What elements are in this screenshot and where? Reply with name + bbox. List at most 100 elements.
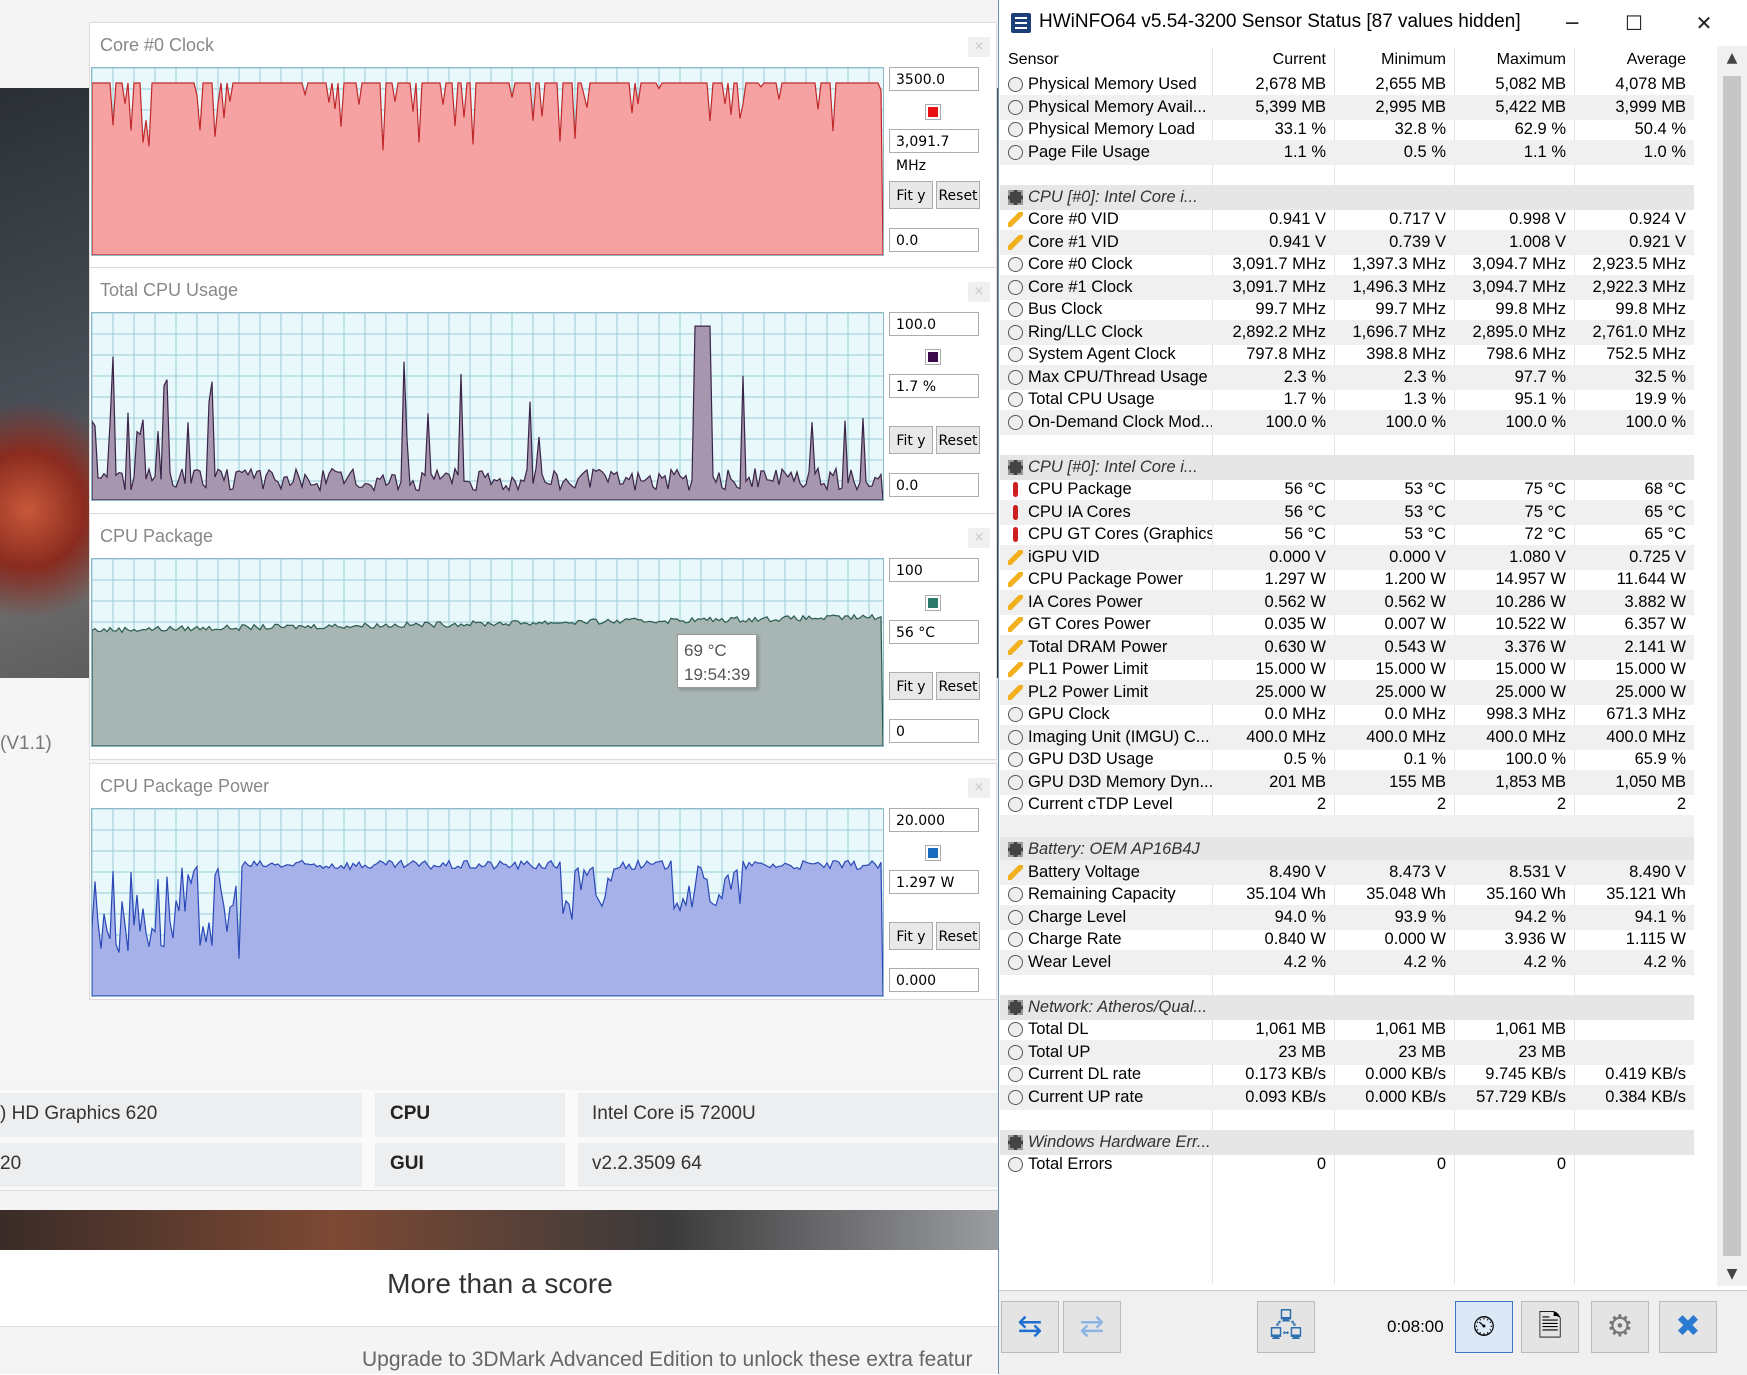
vertical-scrollbar[interactable]: ▲ ▼: [1717, 46, 1747, 1286]
sensor-row[interactable]: Imaging Unit (IMGU) C... 400.0 MHz 400.0 M…: [1000, 724, 1694, 750]
scroll-thumb[interactable]: [1723, 76, 1741, 1256]
sensor-row[interactable]: GT Cores Power 0.035 W 0.007 W 10.522 W 6.35…: [1000, 612, 1694, 637]
color-swatch[interactable]: [925, 595, 941, 611]
sensor-row[interactable]: Total UP 23 MB 23 MB 23 MB: [1000, 1039, 1694, 1065]
graph-plot[interactable]: [91, 808, 884, 997]
sensor-row[interactable]: PL1 Power Limit 15.000 W 15.000 W 15.000 W 1…: [1000, 657, 1694, 682]
sensor-table[interactable]: Sensor Current Minimum Maximum Average P…: [1000, 48, 1694, 1284]
color-swatch[interactable]: [925, 104, 941, 120]
sensor-group-row[interactable]: Windows Hardware Err...: [1000, 1129, 1694, 1155]
sensor-row[interactable]: System Agent Clock 797.8 MHz 398.8 MHz 798.…: [1000, 342, 1694, 367]
column-header-average[interactable]: Average: [1627, 51, 1686, 69]
hwinfo-window[interactable]: HWiNFO64 v5.54-3200 Sensor Status [87 va…: [998, 0, 1747, 1375]
graph-min-value[interactable]: 0.0: [889, 228, 979, 252]
column-header-sensor[interactable]: Sensor: [1008, 51, 1059, 69]
sensor-row[interactable]: Current DL rate 0.173 KB/s 0.000 KB/s 9.745…: [1000, 1062, 1694, 1087]
sensor-row[interactable]: CPU IA Cores 56 °C 53 °C 75 °C 65 °C: [1000, 499, 1694, 525]
sensor-row[interactable]: Bus Clock 99.7 MHz 99.7 MHz 99.8 MHz 99.8 MH…: [1000, 297, 1694, 322]
sensor-row[interactable]: Total CPU Usage 1.7 % 1.3 % 95.1 % 19.9 %: [1000, 387, 1694, 412]
graph-min-value[interactable]: 0: [889, 719, 979, 743]
color-swatch[interactable]: [925, 845, 941, 861]
graph-max-value[interactable]: 100.0: [889, 312, 979, 336]
graph-plot[interactable]: [91, 67, 884, 256]
sensor-row[interactable]: On-Demand Clock Mod... 100.0 % 100.0 % 100.…: [1000, 409, 1694, 435]
sensor-row[interactable]: Battery Voltage 8.490 V 8.473 V 8.531 V 8.49…: [1000, 859, 1694, 885]
hwinfo-app-icon: [1011, 13, 1031, 33]
sensor-row[interactable]: Remaining Capacity 35.104 Wh 35.048 Wh 35.1…: [1000, 882, 1694, 907]
sensor-row[interactable]: Core #0 VID 0.941 V 0.717 V 0.998 V 0.924 V: [1000, 207, 1694, 232]
sensor-row[interactable]: Wear Level 4.2 % 4.2 % 4.2 % 4.2 %: [1000, 949, 1694, 975]
graph-window-cpu-package-power[interactable]: CPU Package Power × 20.000 1.297 W Fit y…: [89, 763, 997, 1000]
minimize-button[interactable]: ─: [1547, 6, 1597, 40]
sensor-row[interactable]: Core #1 VID 0.941 V 0.739 V 1.008 V 0.921 V: [1000, 229, 1694, 255]
graph-max-value[interactable]: 3500.0: [889, 67, 979, 91]
column-header-minimum[interactable]: Minimum: [1381, 51, 1446, 69]
close-icon[interactable]: ×: [968, 528, 990, 548]
graph-window-total-cpu-usage[interactable]: Total CPU Usage × 100.0 1.7 % Fit y Rese…: [89, 267, 997, 514]
network-computers-icon[interactable]: 🖧: [1257, 1301, 1315, 1353]
add-report-icon[interactable]: 🗎: [1521, 1301, 1579, 1353]
close-x-icon[interactable]: ✖: [1659, 1301, 1717, 1353]
reset-button[interactable]: Reset: [936, 181, 980, 209]
close-icon[interactable]: ×: [968, 778, 990, 798]
clock-reset-icon[interactable]: ⏲: [1455, 1301, 1513, 1353]
reset-button[interactable]: Reset: [936, 426, 980, 454]
sensor-row[interactable]: iGPU VID 0.000 V 0.000 V 1.080 V 0.725 V: [1000, 544, 1694, 570]
column-header-current[interactable]: Current: [1273, 51, 1326, 69]
reset-button[interactable]: Reset: [936, 922, 980, 950]
fit-y-button[interactable]: Fit y: [889, 181, 933, 209]
sensor-row[interactable]: Current UP rate 0.093 KB/s 0.000 KB/s 57.72…: [1000, 1084, 1694, 1110]
scroll-down-arrow-icon[interactable]: ▼: [1717, 1262, 1747, 1286]
sensor-row[interactable]: Page File Usage 1.1 % 0.5 % 1.1 % 1.0 %: [1000, 139, 1694, 165]
collapse-arrows-icon[interactable]: ⇄: [1063, 1301, 1121, 1353]
close-icon[interactable]: ×: [968, 282, 990, 302]
graph-plot[interactable]: [91, 312, 884, 501]
sensor-row[interactable]: Ring/LLC Clock 2,892.2 MHz 1,696.7 MHz 2,89…: [1000, 319, 1694, 345]
settings-gear-icon[interactable]: ⚙: [1591, 1301, 1649, 1353]
fit-y-button[interactable]: Fit y: [889, 672, 933, 700]
graph-max-value[interactable]: 100: [889, 558, 979, 582]
sensor-row[interactable]: Charge Rate 0.840 W 0.000 W 3.936 W 1.115 W: [1000, 927, 1694, 952]
sensor-row[interactable]: CPU GT Cores (Graphics) 56 °C 53 °C 72 °C 65…: [1000, 522, 1694, 547]
reset-button[interactable]: Reset: [936, 672, 980, 700]
sensor-row[interactable]: PL2 Power Limit 25.000 W 25.000 W 25.000 W 2…: [1000, 679, 1694, 705]
column-header-maximum[interactable]: Maximum: [1497, 51, 1566, 69]
graph-min-value[interactable]: 0.000: [889, 968, 979, 992]
sensor-row[interactable]: CPU Package Power 1.297 W 1.200 W 14.957 W 1…: [1000, 567, 1694, 592]
table-header[interactable]: Sensor Current Minimum Maximum Average: [1000, 48, 1694, 72]
sensor-row[interactable]: GPU D3D Memory Dyn... 201 MB 155 MB 1,853 M…: [1000, 769, 1694, 795]
sensor-row[interactable]: GPU Clock 0.0 MHz 0.0 MHz 998.3 MHz 671.3 MH…: [1000, 702, 1694, 727]
sensor-row[interactable]: Core #1 Clock 3,091.7 MHz 1,496.3 MHz 3,094…: [1000, 274, 1694, 300]
sensor-row[interactable]: GPU D3D Usage 0.5 % 0.1 % 100.0 % 65.9 %: [1000, 747, 1694, 772]
sensor-row[interactable]: Physical Memory Used 2,678 MB 2,655 MB 5,08…: [1000, 72, 1694, 97]
close-icon[interactable]: ×: [968, 37, 990, 57]
graph-min-value[interactable]: 0.0: [889, 473, 979, 497]
sensor-group-row[interactable]: Network: Atheros/Qual...: [1000, 994, 1694, 1020]
title-bar[interactable]: HWiNFO64 v5.54-3200 Sensor Status [87 va…: [999, 0, 1747, 46]
fit-y-button[interactable]: Fit y: [889, 426, 933, 454]
maximize-button[interactable]: ☐: [1609, 6, 1659, 40]
sensor-row[interactable]: CPU Package 56 °C 53 °C 75 °C 68 °C: [1000, 477, 1694, 502]
sensor-row[interactable]: Physical Memory Avail... 5,399 MB 2,995 MB…: [1000, 94, 1694, 120]
sensor-row[interactable]: Total Errors 0 0 0: [1000, 1152, 1694, 1177]
color-swatch[interactable]: [925, 349, 941, 365]
graph-plot[interactable]: [91, 558, 884, 747]
navigate-arrows-icon[interactable]: ⇆: [1001, 1301, 1059, 1353]
sensor-row[interactable]: Total DRAM Power 0.630 W 0.543 W 3.376 W 2.1…: [1000, 634, 1694, 660]
sensor-group-row[interactable]: CPU [#0]: Intel Core i...: [1000, 184, 1694, 210]
graph-window-core0-clock[interactable]: Core #0 Clock × 3500.0 3,091.7 MHz Fit y…: [89, 22, 997, 269]
sensor-row[interactable]: Core #0 Clock 3,091.7 MHz 1,397.3 MHz 3,094…: [1000, 252, 1694, 277]
sensor-row[interactable]: Current cTDP Level 2 2 2 2: [1000, 792, 1694, 817]
scroll-up-arrow-icon[interactable]: ▲: [1717, 46, 1747, 70]
sensor-row[interactable]: Charge Level 94.0 % 93.9 % 94.2 % 94.1 %: [1000, 904, 1694, 930]
sensor-row[interactable]: Physical Memory Load 33.1 % 32.8 % 62.9 % 50…: [1000, 117, 1694, 142]
graph-window-cpu-package[interactable]: CPU Package × 100 56 °C Fit y Reset 0: [89, 513, 997, 760]
close-button[interactable]: ✕: [1679, 6, 1729, 40]
sensor-row[interactable]: Total DL 1,061 MB 1,061 MB 1,061 MB: [1000, 1017, 1694, 1042]
sensor-group-row[interactable]: CPU [#0]: Intel Core i...: [1000, 454, 1694, 480]
sensor-row[interactable]: IA Cores Power 0.562 W 0.562 W 10.286 W 3.88…: [1000, 589, 1694, 615]
fit-y-button[interactable]: Fit y: [889, 922, 933, 950]
sensor-group-row[interactable]: Battery: OEM AP16B4J: [1000, 837, 1694, 862]
sensor-row[interactable]: Max CPU/Thread Usage 2.3 % 2.3 % 97.7 % 32.5…: [1000, 364, 1694, 390]
graph-max-value[interactable]: 20.000: [889, 808, 979, 832]
